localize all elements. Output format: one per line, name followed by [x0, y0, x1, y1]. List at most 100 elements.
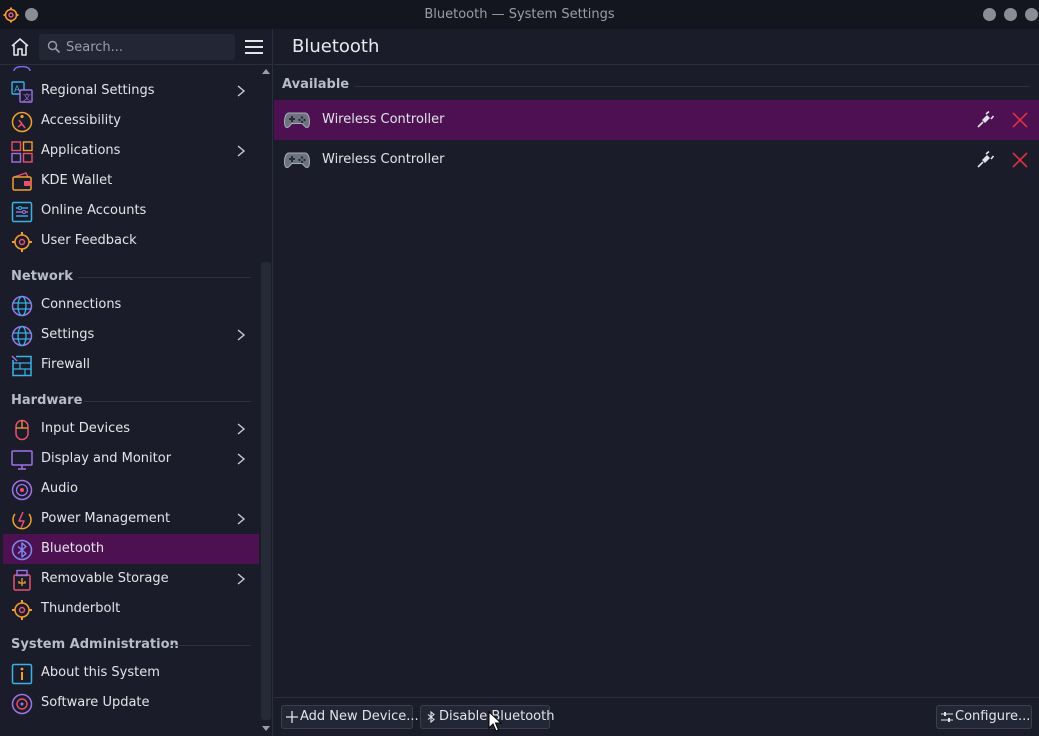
chevron-right-icon — [237, 85, 246, 97]
connect-plug-icon[interactable] — [976, 111, 994, 129]
configure-sliders-icon — [941, 712, 953, 722]
connect-plug-icon[interactable] — [976, 151, 994, 169]
section-divider — [354, 86, 1030, 87]
minimize-button[interactable] — [983, 8, 996, 21]
sidebar-item-removable-storage[interactable]: Removable Storage — [3, 564, 259, 594]
power-icon — [12, 511, 32, 530]
scroll-up-arrow-icon[interactable] — [262, 68, 270, 74]
audio-icon — [11, 479, 33, 501]
sidebar-item-online-accounts[interactable]: Online Accounts — [3, 196, 259, 226]
sidebar-item-label: Applications — [41, 143, 121, 158]
update-icon — [11, 693, 33, 715]
disable-bluetooth-button[interactable]: Disable Bluetooth — [420, 705, 554, 729]
home-icon[interactable] — [9, 37, 31, 57]
footer-toolbar: Add New Device... Disable Bluetooth Conf… — [274, 697, 1039, 736]
device-name: Wireless Controller — [322, 112, 445, 127]
title-bar: Bluetooth — System Settings — [0, 0, 1039, 29]
sidebar-item-label: User Feedback — [41, 233, 137, 248]
sidebar-item-network-settings[interactable]: Settings — [3, 320, 259, 350]
applications-icon — [11, 141, 33, 163]
sidebar-scrollbar[interactable] — [259, 66, 273, 736]
sidebar-item-label: Power Management — [41, 511, 171, 526]
online-accounts-icon — [11, 201, 33, 223]
sidebar-item-label: Display and Monitor — [41, 451, 172, 466]
sidebar-item-bluetooth[interactable]: Bluetooth — [3, 534, 259, 564]
sidebar-item-display-and-monitor[interactable]: Display and Monitor — [3, 444, 259, 474]
mouse-cursor-icon — [488, 711, 503, 732]
globe-icon — [11, 325, 33, 347]
regional-icon: A 文 — [11, 81, 33, 103]
wallet-icon — [12, 172, 32, 191]
scrollbar-thumb[interactable] — [261, 262, 271, 720]
sidebar-item-software-update[interactable]: Software Update — [3, 688, 259, 718]
feedback-icon — [12, 232, 32, 252]
bluetooth-page: Bluetooth Available Wireless Controller — [274, 29, 1039, 736]
sidebar-item-applications[interactable]: Applications — [3, 136, 259, 166]
sidebar-item-connections[interactable]: Connections — [3, 290, 259, 320]
monitor-icon — [11, 450, 33, 470]
sidebar-item-user-feedback[interactable]: User Feedback — [3, 226, 259, 256]
device-row[interactable]: Wireless Controller — [274, 100, 1039, 140]
sidebar-item-label: Regional Settings — [41, 83, 155, 98]
sidebar-item-regional-settings[interactable]: A 文 Regional Settings — [3, 76, 259, 106]
button-label: Configure... — [955, 709, 1031, 724]
section-header-system-administration: System Administration — [11, 637, 179, 652]
svg-text:文: 文 — [23, 92, 31, 102]
mouse-icon — [15, 419, 29, 441]
page-title: Bluetooth — [292, 36, 380, 57]
section-header-available: Available — [282, 77, 350, 92]
plus-icon — [286, 711, 298, 723]
device-name: Wireless Controller — [322, 152, 445, 167]
bluetooth-icon — [11, 539, 33, 561]
close-button[interactable] — [1025, 8, 1038, 21]
sidebar-item-power-management[interactable]: Power Management — [3, 504, 259, 534]
info-icon — [11, 663, 33, 685]
users-icon — [13, 66, 31, 72]
sidebar-item-kde-wallet[interactable]: KDE Wallet — [3, 166, 259, 196]
chevron-right-icon — [237, 145, 246, 157]
chevron-right-icon — [237, 423, 246, 435]
sidebar-item-label: KDE Wallet — [41, 173, 113, 188]
add-new-device-button[interactable]: Add New Device... — [281, 705, 419, 729]
sidebar-item-label: Connections — [41, 297, 122, 312]
section-divider — [169, 645, 251, 646]
sidebar-item-thunderbolt[interactable]: Thunderbolt — [3, 594, 259, 624]
sidebar-item-audio[interactable]: Audio — [3, 474, 259, 504]
search-field[interactable] — [39, 34, 235, 60]
sidebar-item-input-devices[interactable]: Input Devices — [3, 414, 259, 444]
sidebar-toolbar — [0, 29, 273, 65]
sidebar-item-label: About this System — [41, 665, 160, 680]
sidebar-item-label: Online Accounts — [41, 203, 147, 218]
sidebar-item-label: Software Update — [41, 695, 150, 710]
sidebar-item-label: Audio — [41, 481, 78, 496]
thunderbolt-icon — [12, 600, 32, 620]
sidebar-item-firewall[interactable]: Firewall — [3, 350, 259, 380]
configure-button[interactable]: Configure... — [936, 705, 1032, 729]
globe-icon — [11, 295, 33, 317]
sidebar-item-accessibility[interactable]: Accessibility — [3, 106, 259, 136]
remove-x-icon[interactable] — [1011, 111, 1029, 129]
section-divider — [84, 401, 251, 402]
chevron-right-icon — [237, 453, 246, 465]
sidebar-category-list: Users A 文 Regional Settings Access — [0, 66, 259, 736]
remove-x-icon[interactable] — [1011, 151, 1029, 169]
header-divider — [274, 64, 1039, 65]
sidebar-item-label: Firewall — [41, 357, 91, 372]
sidebar-item-users[interactable]: Users — [3, 66, 259, 76]
sidebar: Users A 文 Regional Settings Access — [0, 29, 273, 736]
search-input[interactable] — [66, 37, 226, 57]
sidebar-item-about-this-system[interactable]: About this System — [3, 658, 259, 688]
search-icon — [47, 40, 61, 54]
sidebar-item-label: Accessibility — [41, 113, 121, 128]
accessibility-icon — [11, 111, 33, 133]
gamepad-icon — [284, 152, 310, 169]
button-label: Add New Device... — [300, 709, 419, 724]
window-title: Bluetooth — System Settings — [424, 7, 615, 22]
hamburger-menu-icon[interactable] — [245, 39, 263, 55]
scroll-down-arrow-icon[interactable] — [262, 726, 270, 732]
device-row[interactable]: Wireless Controller — [274, 140, 1039, 180]
sidebar-item-label: Input Devices — [41, 421, 131, 436]
section-header-network: Network — [11, 269, 73, 284]
maximize-button[interactable] — [1004, 8, 1017, 21]
chevron-right-icon — [237, 329, 246, 341]
